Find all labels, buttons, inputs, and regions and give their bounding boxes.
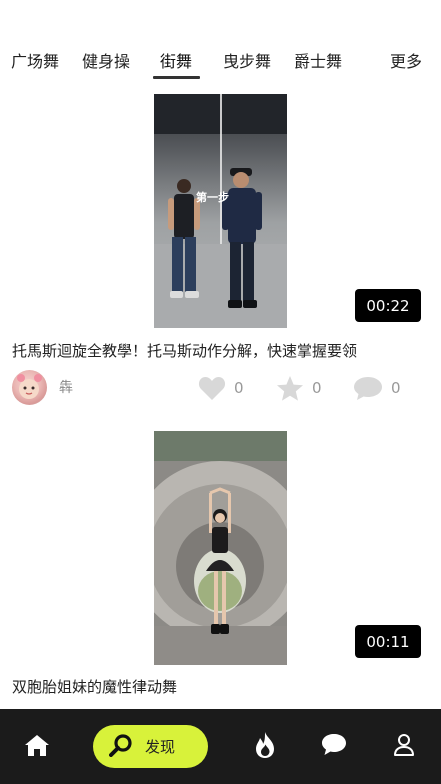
duration-badge: 00:11: [355, 625, 421, 658]
video-title[interactable]: 托馬斯迴旋全教學！托马斯动作分解，快速掌握要领: [12, 340, 357, 361]
comment-icon: [353, 375, 383, 402]
chat-icon: [321, 733, 347, 760]
fire-icon: [254, 731, 276, 763]
active-tab-indicator: [153, 76, 200, 79]
tab-jazz-dance[interactable]: 爵士舞: [294, 48, 342, 72]
video-thumbnail[interactable]: [154, 431, 287, 665]
category-tabs: 广场舞 健身操 街舞 曳步舞 爵士舞 更多: [0, 0, 441, 84]
video-meta: 犇 0 0 0: [0, 368, 441, 408]
search-icon: [109, 733, 133, 761]
duration-badge: 00:22: [355, 289, 421, 322]
thumbnail-caption: 第一步: [196, 191, 229, 204]
tab-street-dance[interactable]: 街舞: [160, 48, 192, 72]
nav-discover-label: 发现: [145, 738, 176, 756]
favorite-button[interactable]: 0: [276, 374, 322, 402]
home-icon: [24, 733, 50, 761]
heart-icon: [198, 375, 226, 401]
tab-fitness[interactable]: 健身操: [82, 48, 130, 72]
favorite-count: 0: [312, 379, 322, 397]
like-count: 0: [234, 379, 244, 397]
nav-discover[interactable]: 发现: [93, 725, 208, 768]
star-icon: [276, 375, 304, 402]
comment-button[interactable]: 0: [353, 374, 401, 402]
nav-profile[interactable]: [385, 709, 423, 784]
like-button[interactable]: 0: [198, 374, 244, 402]
tab-shuffle-dance[interactable]: 曳步舞: [223, 48, 271, 72]
tab-more[interactable]: 更多: [390, 48, 422, 72]
author-name[interactable]: 犇: [59, 377, 73, 397]
nav-messages[interactable]: [315, 709, 353, 784]
comment-count: 0: [391, 379, 401, 397]
nav-home[interactable]: [17, 709, 57, 784]
avatar[interactable]: [12, 370, 47, 405]
video-thumbnail[interactable]: 第一步: [154, 94, 287, 328]
nav-hot[interactable]: [246, 709, 284, 784]
tab-square-dance[interactable]: 广场舞: [11, 48, 59, 72]
bottom-nav: 发现: [0, 709, 441, 784]
video-title[interactable]: 双胞胎姐妹的魔性律动舞: [12, 676, 177, 697]
user-icon: [393, 733, 415, 761]
